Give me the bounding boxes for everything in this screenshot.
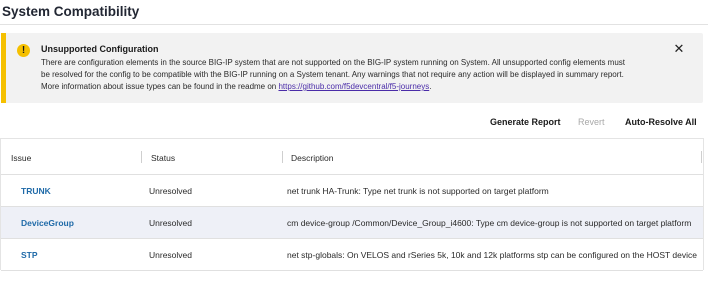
warning-icon: ! [17, 44, 30, 57]
close-icon[interactable]: ✕ [672, 42, 686, 56]
banner-title: Unsupported Configuration [41, 44, 159, 54]
issue-link[interactable]: DeviceGroup [21, 218, 74, 228]
page-title: System Compatibility [2, 4, 140, 19]
banner-line-2: be resolved for the config to be compati… [41, 70, 624, 79]
description-cell: net trunk HA-Trunk: Type net trunk is no… [287, 186, 549, 196]
warning-banner: ! Unsupported Configuration There are co… [1, 33, 703, 103]
status-cell: Unresolved [149, 186, 192, 196]
title-divider [0, 24, 708, 25]
issue-link[interactable]: TRUNK [21, 186, 51, 196]
status-cell: Unresolved [149, 250, 192, 260]
column-header-status[interactable]: Status [151, 153, 175, 163]
table-row[interactable]: TRUNK Unresolved net trunk HA-Trunk: Typ… [1, 175, 703, 207]
banner-accent-bar [1, 33, 6, 103]
table-row[interactable]: STP Unresolved net stp-globals: On VELOS… [1, 239, 703, 271]
status-cell: Unresolved [149, 218, 192, 228]
auto-resolve-all-button[interactable]: Auto-Resolve All [625, 117, 697, 127]
column-divider[interactable] [141, 151, 142, 163]
banner-line-3-suffix: . [429, 82, 432, 91]
banner-line-3: More information about issue types can b… [41, 81, 671, 93]
description-cell: cm device-group /Common/Device_Group_i46… [287, 218, 692, 228]
column-header-issue[interactable]: Issue [11, 153, 31, 163]
banner-body: There are configuration elements in the … [41, 57, 671, 93]
column-divider[interactable] [282, 151, 283, 163]
banner-line-3-prefix: More information about issue types can b… [41, 82, 279, 91]
issue-link[interactable]: STP [21, 250, 38, 260]
description-cell: net stp-globals: On VELOS and rSeries 5k… [287, 250, 697, 260]
issues-table: Issue Status Description TRUNK Unresolve… [0, 138, 704, 271]
banner-line-1: There are configuration elements in the … [41, 58, 626, 67]
table-row[interactable]: DeviceGroup Unresolved cm device-group /… [1, 207, 703, 239]
table-header: Issue Status Description [1, 139, 703, 175]
revert-button[interactable]: Revert [578, 117, 605, 127]
readme-link[interactable]: https://github.com/f5devcentral/f5-journ… [278, 82, 429, 91]
column-header-description[interactable]: Description [291, 153, 334, 163]
generate-report-button[interactable]: Generate Report [490, 117, 561, 127]
column-divider[interactable] [701, 151, 702, 163]
